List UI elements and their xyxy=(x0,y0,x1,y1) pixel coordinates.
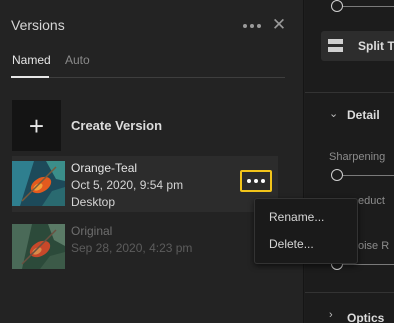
version-more-options-button[interactable] xyxy=(240,170,272,192)
color-noise-slider-track xyxy=(343,264,394,265)
color-noise-label: oise R xyxy=(358,240,390,252)
tab-auto[interactable]: Auto xyxy=(65,53,90,67)
close-icon[interactable]: ✕ xyxy=(270,16,288,34)
version-context-menu: Rename... Delete... xyxy=(254,198,358,264)
version-thumbnail xyxy=(12,224,65,269)
version-item-orange-teal[interactable]: Orange-Teal Oct 5, 2020, 9:54 pm Desktop xyxy=(12,156,278,212)
chevron-right-icon[interactable]: › xyxy=(329,309,333,321)
split-button-label: Split Te xyxy=(358,39,394,53)
tab-named[interactable]: Named xyxy=(12,53,51,67)
section-divider xyxy=(305,292,394,293)
plus-icon: + xyxy=(28,110,45,141)
versions-panel: Versions ✕ Named Auto + Create Version O… xyxy=(0,0,304,323)
version-item-original[interactable]: Original Sep 28, 2020, 4:23 pm xyxy=(12,219,278,275)
create-version-label[interactable]: Create Version xyxy=(71,118,162,133)
panel-title: Versions xyxy=(11,17,65,33)
slider-track xyxy=(343,6,394,7)
section-divider xyxy=(305,92,394,93)
version-date: Oct 5, 2020, 9:54 pm xyxy=(71,178,184,192)
optics-section-header[interactable]: Optics xyxy=(347,311,384,323)
split-icon xyxy=(328,39,343,53)
version-date: Sep 28, 2020, 4:23 pm xyxy=(71,241,193,255)
split-toning-button[interactable]: Split Te xyxy=(321,31,394,61)
slider-thumb[interactable] xyxy=(331,0,343,12)
tab-divider xyxy=(11,77,285,78)
noise-reduction-label: educt xyxy=(358,195,385,207)
detail-section-header[interactable]: Detail xyxy=(347,108,380,122)
more-options-icon[interactable] xyxy=(243,21,261,31)
version-name: Orange-Teal xyxy=(71,161,138,175)
menu-item-rename[interactable]: Rename... xyxy=(269,210,324,224)
sharpening-slider-track xyxy=(343,175,394,176)
sharpening-label: Sharpening xyxy=(329,151,386,163)
active-tab-indicator xyxy=(11,76,49,78)
version-name: Original xyxy=(71,224,113,238)
version-source: Desktop xyxy=(71,195,116,209)
sharpening-slider-thumb[interactable] xyxy=(331,169,343,181)
version-thumbnail xyxy=(12,161,65,206)
menu-item-delete[interactable]: Delete... xyxy=(269,237,314,251)
chevron-down-icon[interactable]: ⌄ xyxy=(329,107,338,120)
create-version-button[interactable]: + xyxy=(12,100,61,151)
